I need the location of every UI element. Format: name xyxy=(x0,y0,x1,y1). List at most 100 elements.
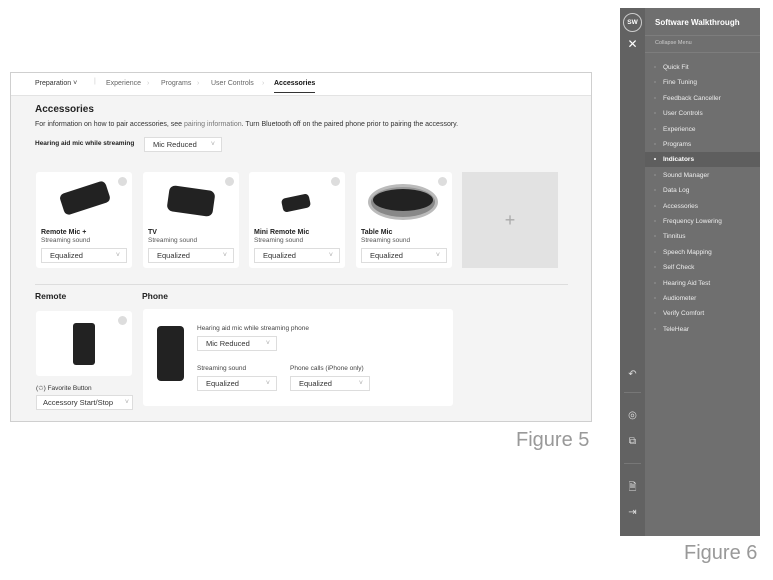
card-sub: Streaming sound xyxy=(254,237,304,244)
chevron-down-icon: ˅ xyxy=(328,252,333,259)
nav-item-label: Tinnitus xyxy=(663,233,686,241)
favorite-button-select[interactable]: Accessory Start/Stop ˅ xyxy=(36,395,133,410)
nav-item[interactable]: Fine Tuning xyxy=(654,79,697,87)
collapse-menu-button[interactable]: Collapse Menu xyxy=(655,40,692,46)
chevron-down-icon: ˅ xyxy=(265,340,270,347)
nav-item[interactable]: Data Log xyxy=(654,187,689,194)
nav-item-label: Experience xyxy=(663,125,696,133)
chevron-down-icon: ˅ xyxy=(115,252,120,259)
nav-item[interactable]: Feedback Canceller xyxy=(654,95,721,102)
bullet-icon xyxy=(654,96,656,99)
accessory-card[interactable]: TV Streaming sound Equalized ˅ xyxy=(143,172,239,268)
accessory-card[interactable]: Table Mic Streaming sound Equalized ˅ xyxy=(356,172,452,268)
support-icon[interactable]: ◎ xyxy=(626,410,639,421)
streaming-sound-select[interactable]: Equalized ˅ xyxy=(361,248,447,263)
nav-item[interactable]: Tinnitus xyxy=(654,233,686,241)
phone-mic-select[interactable]: Mic Reduced ˅ xyxy=(197,336,277,351)
nav-item[interactable]: Self Check xyxy=(654,264,694,271)
bullet-icon xyxy=(654,250,656,253)
bullet-icon xyxy=(654,266,656,269)
favorite-button-label: (✩) Favorite Button xyxy=(36,385,92,392)
figure-6-caption: Figure 6 xyxy=(684,542,758,564)
nav-item-label: Fine Tuning xyxy=(663,79,697,87)
favorite-icon[interactable] xyxy=(331,177,340,186)
nav-item[interactable]: Experience xyxy=(654,125,696,133)
card-sub: Streaming sound xyxy=(41,237,91,244)
mic-label: Hearing aid mic while streaming xyxy=(35,140,135,147)
phone-calls-select[interactable]: Equalized ˅ xyxy=(290,376,370,391)
mini-remote-mic-image xyxy=(280,193,312,213)
nav-item[interactable]: Indicators xyxy=(654,156,694,163)
bullet-icon xyxy=(654,81,656,84)
tab-preparation[interactable]: Preparation ˅ xyxy=(35,80,77,87)
pairing-info-link[interactable]: pairing information xyxy=(184,121,242,128)
card-name: Remote Mic + xyxy=(41,229,87,236)
divider: | xyxy=(94,78,96,85)
figure-5-caption: Figure 5 xyxy=(516,429,590,451)
tab-programs[interactable]: Programs xyxy=(161,80,191,87)
nav-item[interactable]: Quick Fit xyxy=(654,64,689,71)
accessory-card[interactable]: Mini Remote Mic Streaming sound Equalize… xyxy=(249,172,345,268)
page-title: Accessories xyxy=(35,104,94,115)
nav-item[interactable]: Verify Comfort xyxy=(654,310,704,317)
chevron-right-icon: › xyxy=(197,80,200,87)
favorite-icon[interactable] xyxy=(438,177,447,186)
nav-item-label: TeleHear xyxy=(663,325,690,333)
breadcrumb-tabs: Preparation ˅ | Experience › Programs › … xyxy=(11,73,591,96)
favorite-icon[interactable] xyxy=(118,316,127,325)
mic-select[interactable]: Mic Reduced ˅ xyxy=(144,137,222,152)
card-name: Mini Remote Mic xyxy=(254,229,310,236)
divider xyxy=(624,392,641,393)
nav-item-label: Speech Mapping xyxy=(663,248,712,256)
nav-item[interactable]: Hearing Aid Test xyxy=(654,279,711,287)
streaming-sound-select[interactable]: Equalized ˅ xyxy=(41,248,127,263)
nav-item[interactable]: TeleHear xyxy=(654,325,690,333)
streaming-sound-label: Streaming sound xyxy=(197,365,247,372)
phone-image xyxy=(157,326,184,381)
tab-experience[interactable]: Experience xyxy=(106,80,141,87)
phone-streaming-select[interactable]: Equalized ˅ xyxy=(197,376,277,391)
nav-item[interactable]: Frequency Lowering xyxy=(654,218,722,225)
chevron-down-icon: ˅ xyxy=(222,252,227,259)
streaming-sound-select[interactable]: Equalized ˅ xyxy=(148,248,234,263)
nav-item-label: Quick Fit xyxy=(663,64,689,71)
bullet-icon xyxy=(654,173,656,176)
chevron-right-icon: › xyxy=(147,80,150,87)
nav-item[interactable]: Programs xyxy=(654,141,692,148)
chevron-down-icon: ˅ xyxy=(435,252,440,259)
remote-support-icon[interactable]: ⧉ xyxy=(626,436,639,447)
nav-item-label: Hearing Aid Test xyxy=(663,279,711,287)
nav-item[interactable]: Audiometer xyxy=(654,295,696,302)
undo-icon[interactable]: ↶ xyxy=(626,369,639,380)
tv-streamer-image xyxy=(166,184,216,218)
exit-icon[interactable]: ⇥ xyxy=(626,507,639,518)
remote-card[interactable] xyxy=(36,311,132,376)
tab-user-controls[interactable]: User Controls xyxy=(211,80,254,87)
chevron-right-icon: › xyxy=(262,80,265,87)
bullet-icon xyxy=(654,220,656,222)
divider xyxy=(624,463,641,464)
divider xyxy=(645,35,760,36)
nav-item-label: Sound Manager xyxy=(663,171,710,179)
tab-accessories[interactable]: Accessories xyxy=(274,80,316,93)
favorite-icon[interactable] xyxy=(118,177,127,186)
nav-item-label: Frequency Lowering xyxy=(663,218,722,225)
bullet-icon xyxy=(654,204,656,207)
nav-item[interactable]: User Controls xyxy=(654,110,703,117)
nav-item[interactable]: Accessories xyxy=(654,203,698,210)
card-name: Table Mic xyxy=(361,229,393,236)
menu-title: Software Walkthrough xyxy=(655,18,740,27)
chevron-down-icon: ˅ xyxy=(358,380,363,387)
favorite-icon[interactable] xyxy=(225,177,234,186)
nav-item[interactable]: Speech Mapping xyxy=(654,248,712,256)
close-icon[interactable]: ✕ xyxy=(626,37,639,51)
bullet-icon xyxy=(654,235,656,238)
nav-item-label: Programs xyxy=(663,141,692,148)
bullet-icon xyxy=(654,297,656,299)
add-accessory-button[interactable]: + xyxy=(462,172,558,268)
phone-mic-label: Hearing aid mic while streaming phone xyxy=(197,325,310,332)
document-icon[interactable]: 🗎 xyxy=(626,480,639,497)
accessory-card[interactable]: Remote Mic + Streaming sound Equalized ˅ xyxy=(36,172,132,268)
streaming-sound-select[interactable]: Equalized ˅ xyxy=(254,248,340,263)
nav-item[interactable]: Sound Manager xyxy=(654,171,710,179)
